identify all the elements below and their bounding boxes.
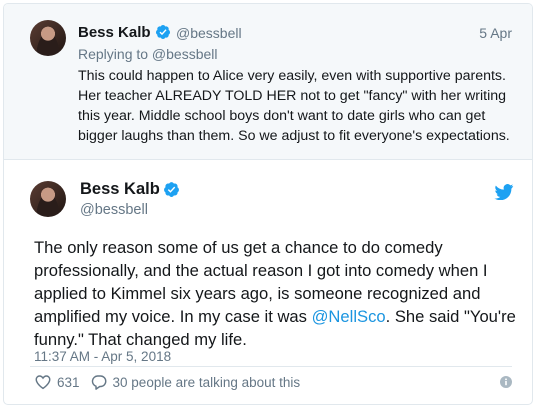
like-button[interactable]: 631 bbox=[34, 373, 80, 391]
author-name[interactable]: Bess Kalb bbox=[80, 180, 160, 199]
text-line: Her teacher ALREADY TOLD HER not to get … bbox=[78, 88, 507, 104]
text-line: professionally, and the actual reason I … bbox=[34, 261, 488, 280]
embedded-tweet-card: Bess Kalb @bessbell 5 Apr Replying to @b… bbox=[3, 3, 533, 405]
text-segment: . She said "You're bbox=[385, 307, 516, 326]
text-line: This could happen to Alice very easily, … bbox=[78, 68, 506, 84]
conversation-button[interactable]: 30 people are talking about this bbox=[90, 373, 301, 391]
text-line: funny." That changed my life. bbox=[34, 330, 247, 349]
text-line: this year. Middle school boys don't want… bbox=[78, 108, 486, 124]
verified-icon bbox=[164, 182, 179, 197]
tweet-date[interactable]: 5 Apr bbox=[479, 25, 512, 41]
text-line: The only reason some of us get a chance … bbox=[34, 238, 443, 257]
parent-tweet[interactable]: Bess Kalb @bessbell 5 Apr Replying to @b… bbox=[4, 4, 532, 160]
author-handle[interactable]: @bessbell bbox=[80, 202, 148, 218]
text-line: applied to Kimmel six years ago, is some… bbox=[34, 284, 481, 303]
text-segment: amplified my voice. In my case it was bbox=[34, 307, 312, 326]
tweet-actions: 631 30 people are talking about this bbox=[34, 372, 300, 392]
avatar[interactable] bbox=[30, 20, 66, 56]
avatar[interactable] bbox=[30, 181, 66, 217]
verified-icon bbox=[155, 25, 170, 39]
tweet-text: The only reason some of us get a chance … bbox=[34, 236, 519, 351]
info-icon[interactable] bbox=[500, 376, 512, 388]
mention-link[interactable]: @NellSco bbox=[312, 307, 386, 326]
conversation-label: 30 people are talking about this bbox=[112, 374, 301, 390]
like-count: 631 bbox=[57, 374, 80, 390]
text-line: bigger laughs than them. So we adjust to… bbox=[78, 128, 510, 144]
divider bbox=[30, 366, 512, 367]
heart-icon bbox=[35, 375, 51, 390]
tweet-timestamp[interactable]: 11:37 AM - Apr 5, 2018 bbox=[34, 349, 171, 364]
parent-tweet-text: This could happen to Alice very easily, … bbox=[78, 66, 518, 146]
author-name[interactable]: Bess Kalb bbox=[78, 24, 151, 41]
twitter-bird-icon[interactable] bbox=[494, 184, 514, 200]
author-handle[interactable]: @bessbell bbox=[176, 25, 242, 41]
replying-to: Replying to @bessbell bbox=[78, 46, 218, 62]
text-line: amplified my voice. In my case it was @N… bbox=[34, 305, 519, 328]
reply-bubble-icon bbox=[91, 375, 106, 390]
